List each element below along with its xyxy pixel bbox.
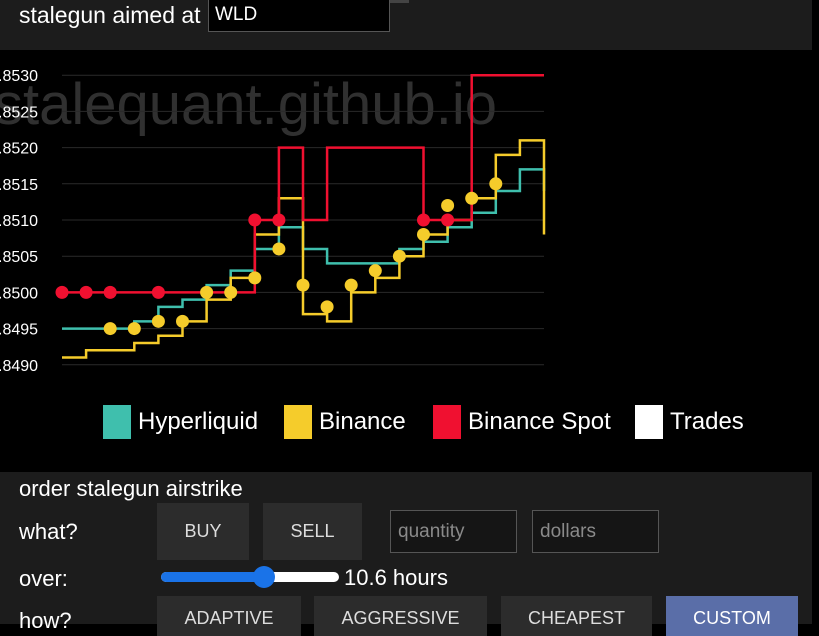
target-label: stalegun aimed at <box>19 2 201 28</box>
trade-dot <box>127 322 141 336</box>
y-tick-label: .8530 <box>0 68 38 85</box>
legend-swatch <box>284 405 312 439</box>
order-title: order stalegun airstrike <box>19 476 243 501</box>
how-label: how? <box>19 608 72 633</box>
y-tick-label: .8525 <box>0 104 38 121</box>
mode-adaptive-button[interactable]: ADAPTIVE <box>157 596 301 636</box>
legend-label: Trades <box>670 408 744 435</box>
trade-dot <box>296 278 310 292</box>
buy-button[interactable]: BUY <box>157 503 249 560</box>
what-label: what? <box>19 519 78 544</box>
y-tick-label: .8495 <box>0 322 38 339</box>
trade-dot <box>151 285 165 299</box>
trade-dot <box>248 213 262 227</box>
legend-item-hyperliquid: Hyperliquid <box>103 405 258 439</box>
legend-item-binance: Binance <box>284 405 406 439</box>
trade-dot <box>417 213 430 227</box>
trade-dot <box>200 285 214 299</box>
trade-dot <box>417 227 430 241</box>
trade-dot <box>465 191 479 205</box>
symbol-input[interactable] <box>208 0 390 32</box>
trade-dot <box>489 177 503 191</box>
mode-custom-button[interactable]: CUSTOM <box>666 596 798 636</box>
y-tick-label: .8490 <box>0 358 38 375</box>
mode-cheapest-button[interactable]: CHEAPEST <box>501 596 652 636</box>
trade-dot <box>441 213 455 227</box>
dollars-input[interactable]: dollars <box>532 510 659 553</box>
legend-label: Binance <box>319 408 406 435</box>
legend-item-trades: Trades <box>635 405 744 439</box>
trade-dot <box>151 314 165 328</box>
sell-button[interactable]: SELL <box>263 503 362 560</box>
y-tick-label: .8500 <box>0 285 38 302</box>
trade-dot <box>176 314 189 328</box>
legend-swatch <box>635 405 663 439</box>
legend-swatch <box>103 405 131 439</box>
trade-dot <box>320 300 334 314</box>
legend-label: Binance Spot <box>468 408 611 435</box>
slider-fill <box>161 572 265 582</box>
quantity-input[interactable]: quantity <box>390 510 517 553</box>
legend-item-binance-spot: Binance Spot <box>433 405 611 439</box>
y-tick-label: .8520 <box>0 141 38 158</box>
trade-dot <box>248 271 262 285</box>
price-chart: stalequant.github.io .8530 .8525 .8520 .851… <box>0 68 546 375</box>
trade-dot <box>272 213 286 227</box>
trade-dot <box>272 242 286 256</box>
trade-dot <box>368 264 382 278</box>
legend-swatch <box>433 405 461 439</box>
y-tick-label: .8515 <box>0 177 38 194</box>
mode-aggressive-button[interactable]: AGGRESSIVE <box>314 596 487 636</box>
duration-slider[interactable] <box>161 566 339 588</box>
trade-dot <box>103 285 117 299</box>
duration-value: 10.6 hours <box>344 565 448 590</box>
trade-dot <box>441 199 455 213</box>
watermark: stalequant.github.io <box>0 72 497 137</box>
trade-dot <box>344 278 358 292</box>
trade-dot <box>103 322 117 336</box>
y-axis-ticks: .8530 .8525 .8520 .8515 .8510 .8505 .8500 .8495… <box>0 68 38 375</box>
trade-dot <box>224 285 238 299</box>
trade-dot <box>392 249 406 263</box>
y-tick-label: .8510 <box>0 213 38 230</box>
legend-label: Hyperliquid <box>138 408 259 435</box>
trade-dot <box>55 285 69 299</box>
trade-dot <box>79 285 93 299</box>
y-tick-label: .8505 <box>0 249 38 266</box>
over-label: over: <box>19 566 68 591</box>
